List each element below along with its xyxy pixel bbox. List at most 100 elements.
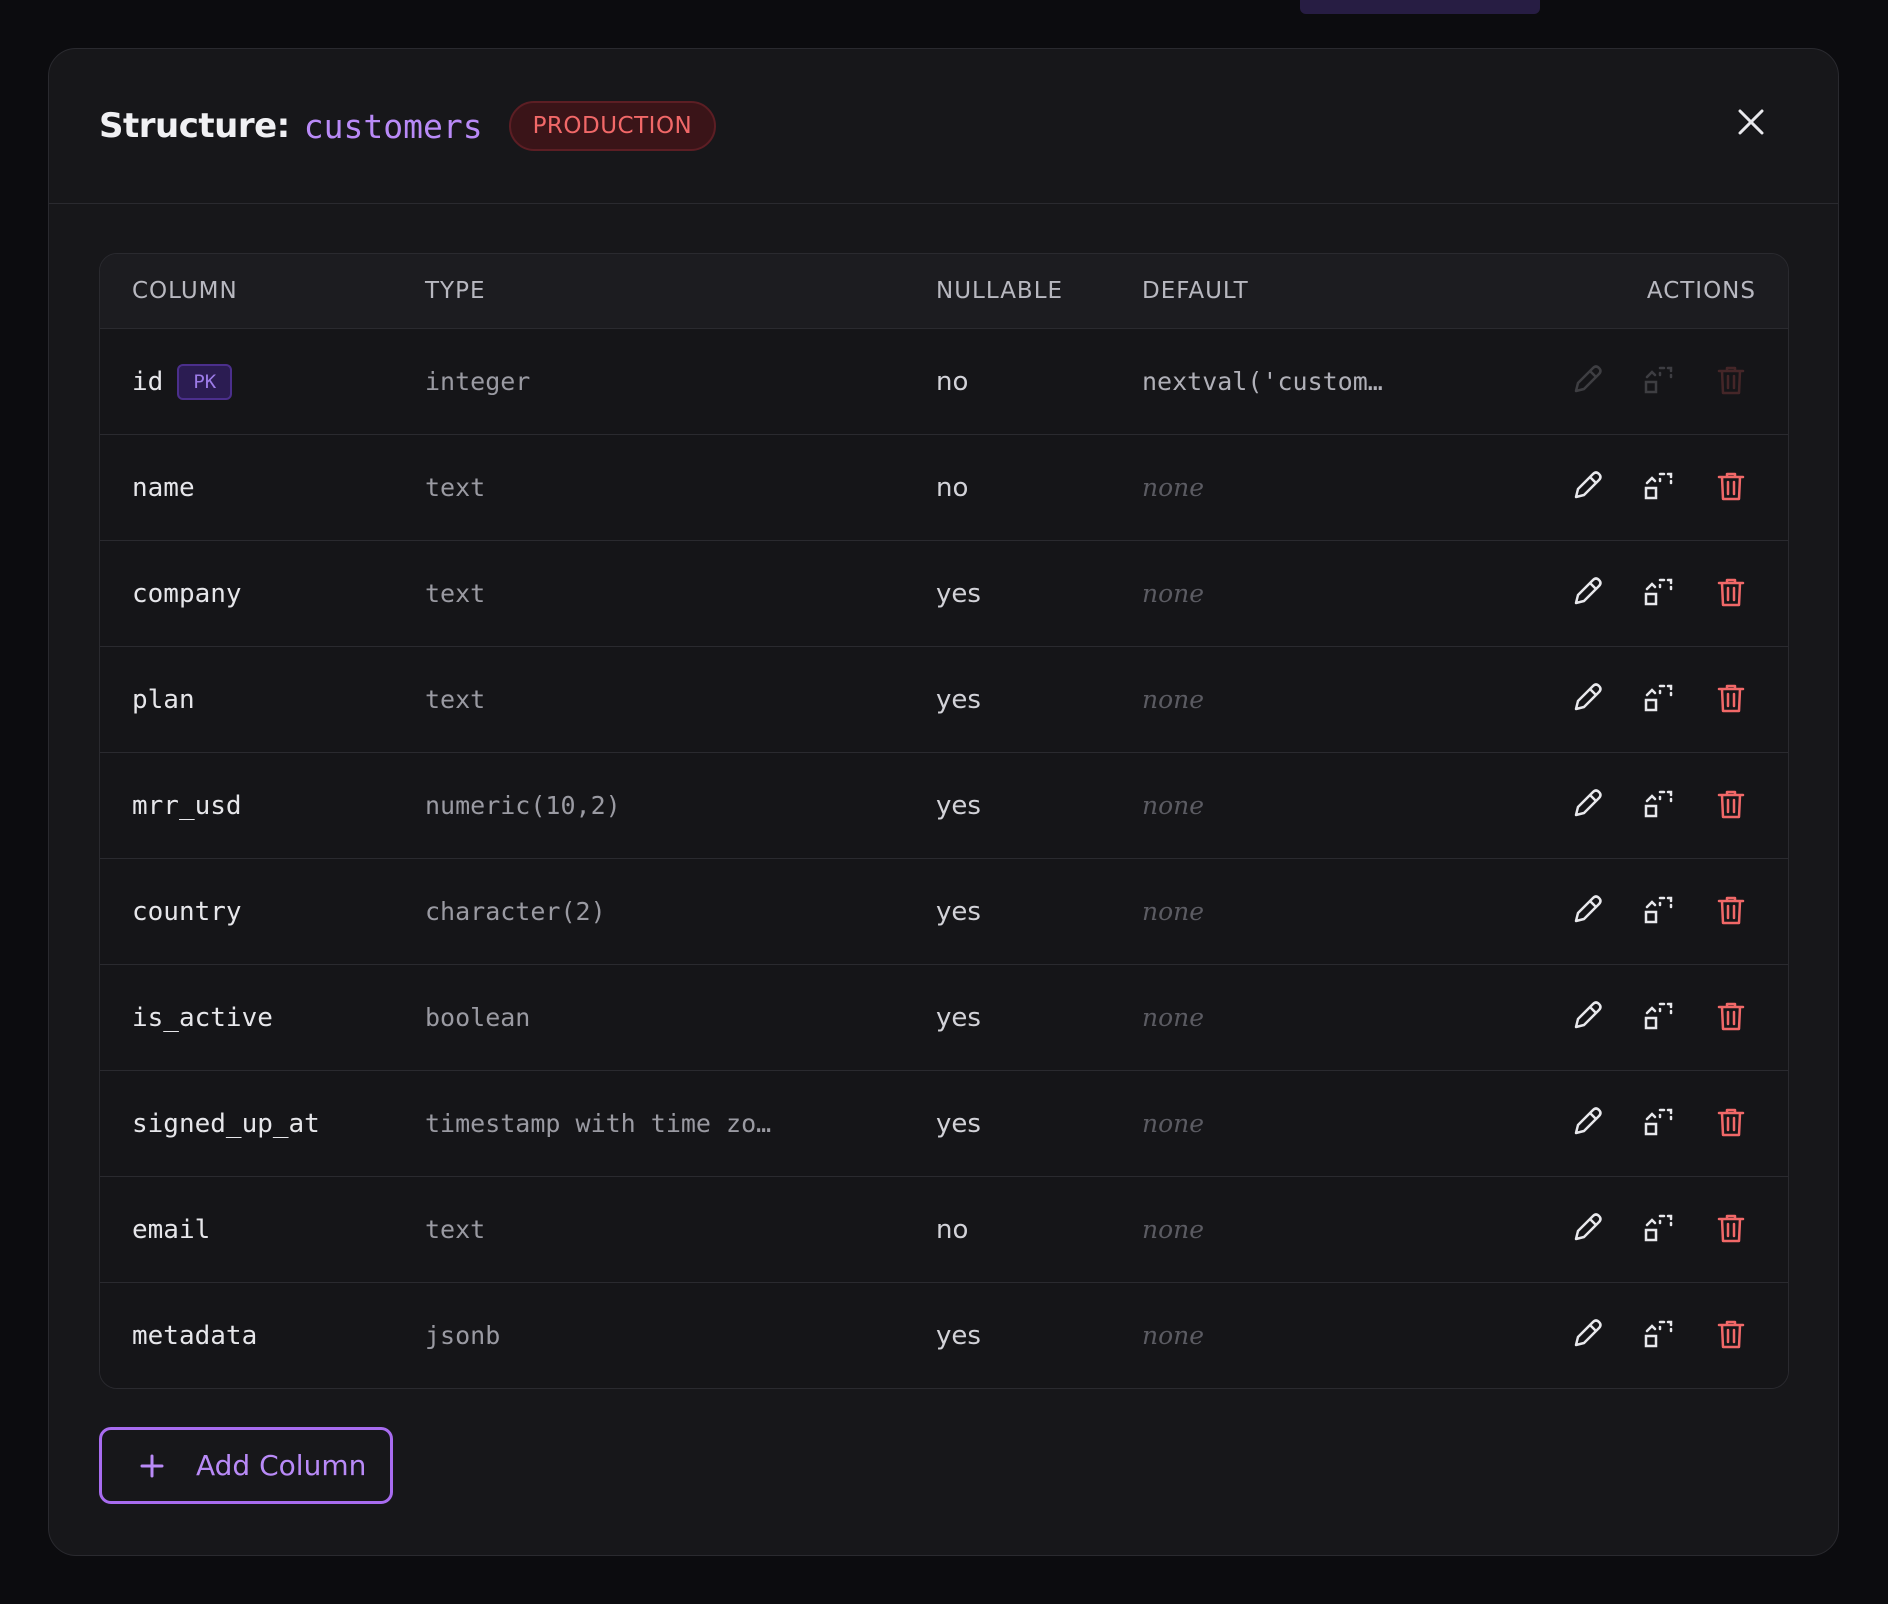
type-cell: numeric(10,2) xyxy=(425,753,621,858)
column-default: none xyxy=(1142,1003,1205,1032)
delete-column-button[interactable] xyxy=(1706,357,1756,407)
delete-column-button[interactable] xyxy=(1706,675,1756,725)
column-name: company xyxy=(132,578,242,609)
edit-column-button[interactable] xyxy=(1562,1099,1612,1149)
trash-icon xyxy=(1714,575,1748,613)
edit-column-button[interactable] xyxy=(1562,887,1612,937)
move-column-button[interactable] xyxy=(1634,1205,1684,1255)
column-name: plan xyxy=(132,684,195,715)
type-cell: text xyxy=(425,1177,485,1282)
add-column-label: Add Column xyxy=(196,1449,367,1482)
column-default: none xyxy=(1142,1109,1205,1138)
column-name: email xyxy=(132,1214,211,1245)
edit-column-button[interactable] xyxy=(1562,463,1612,513)
modal-title-label: Structure: xyxy=(99,106,290,146)
nullable-cell: yes xyxy=(936,647,981,752)
delete-column-button[interactable] xyxy=(1706,887,1756,937)
close-button[interactable] xyxy=(1726,97,1776,147)
table-row: country character(2) yes none xyxy=(100,859,1788,965)
header-actions: ACTIONS xyxy=(1646,278,1756,304)
nullable-cell: yes xyxy=(936,753,981,858)
column-default: none xyxy=(1142,473,1205,502)
delete-column-button[interactable] xyxy=(1706,781,1756,831)
column-cell: id PK xyxy=(132,329,233,434)
actions-cell xyxy=(1562,859,1778,964)
structure-modal: Structure: customers PRODUCTION COLUMN T… xyxy=(48,48,1839,1556)
move-column-button[interactable] xyxy=(1634,463,1684,513)
move-icon xyxy=(1642,469,1676,507)
pencil-icon xyxy=(1570,575,1604,613)
column-default: none xyxy=(1142,791,1205,820)
nullable-cell: yes xyxy=(936,859,981,964)
delete-column-button[interactable] xyxy=(1706,463,1756,513)
edit-column-button[interactable] xyxy=(1562,675,1612,725)
header-column: COLUMN xyxy=(132,278,238,304)
edit-column-button[interactable] xyxy=(1562,993,1612,1043)
move-column-button[interactable] xyxy=(1634,887,1684,937)
type-cell: boolean xyxy=(425,965,530,1070)
pencil-icon xyxy=(1570,1105,1604,1143)
move-icon xyxy=(1642,363,1676,401)
pencil-icon xyxy=(1570,893,1604,931)
column-name: id xyxy=(132,366,164,397)
edit-column-button[interactable] xyxy=(1562,569,1612,619)
column-default: none xyxy=(1142,1321,1205,1350)
type-cell: timestamp with time zo… xyxy=(425,1071,771,1176)
column-nullable: yes xyxy=(936,790,981,821)
actions-cell xyxy=(1562,1177,1778,1282)
table-row: id PK integer no nextval('custom… xyxy=(100,329,1788,435)
move-icon xyxy=(1642,1211,1676,1249)
delete-column-button[interactable] xyxy=(1706,1311,1756,1361)
edit-column-button[interactable] xyxy=(1562,357,1612,407)
table-row: plan text yes none xyxy=(100,647,1788,753)
pencil-icon xyxy=(1570,999,1604,1037)
pencil-icon xyxy=(1570,469,1604,507)
column-type: text xyxy=(425,473,486,502)
type-cell: text xyxy=(425,435,485,540)
add-column-button[interactable]: Add Column xyxy=(99,1427,393,1504)
column-nullable: yes xyxy=(936,1002,981,1033)
move-column-button[interactable] xyxy=(1634,1099,1684,1149)
edit-column-button[interactable] xyxy=(1562,781,1612,831)
nullable-cell: no xyxy=(936,1177,968,1282)
trash-icon xyxy=(1714,363,1748,401)
pencil-icon xyxy=(1570,787,1604,825)
default-cell: none xyxy=(1142,435,1204,540)
delete-column-button[interactable] xyxy=(1706,993,1756,1043)
column-name: name xyxy=(132,472,195,503)
plus-icon xyxy=(138,1452,166,1480)
column-type: boolean xyxy=(425,1003,531,1032)
move-column-button[interactable] xyxy=(1634,1311,1684,1361)
column-type: integer xyxy=(425,367,531,396)
edit-column-button[interactable] xyxy=(1562,1205,1612,1255)
move-column-button[interactable] xyxy=(1634,781,1684,831)
move-column-button[interactable] xyxy=(1634,993,1684,1043)
move-icon xyxy=(1642,893,1676,931)
pencil-icon xyxy=(1570,1317,1604,1355)
edit-column-button[interactable] xyxy=(1562,1311,1612,1361)
actions-cell xyxy=(1562,541,1778,646)
actions-cell xyxy=(1562,965,1778,1070)
delete-column-button[interactable] xyxy=(1706,1099,1756,1149)
delete-column-button[interactable] xyxy=(1706,569,1756,619)
header-type: TYPE xyxy=(425,278,486,304)
trash-icon xyxy=(1714,469,1748,507)
table-row: is_active boolean yes none xyxy=(100,965,1788,1071)
column-cell: is_active xyxy=(132,965,273,1070)
default-cell: none xyxy=(1142,1071,1204,1176)
primary-key-badge: PK xyxy=(177,363,233,400)
column-default: none xyxy=(1142,897,1205,926)
column-cell: email xyxy=(132,1177,210,1282)
delete-column-button[interactable] xyxy=(1706,1205,1756,1255)
move-column-button[interactable] xyxy=(1634,675,1684,725)
column-nullable: yes xyxy=(936,1320,981,1351)
move-column-button[interactable] xyxy=(1634,357,1684,407)
backdrop-accent xyxy=(1300,0,1540,14)
default-cell: none xyxy=(1142,647,1204,752)
trash-icon xyxy=(1714,999,1748,1037)
column-nullable: yes xyxy=(936,896,981,927)
trash-icon xyxy=(1714,681,1748,719)
move-column-button[interactable] xyxy=(1634,569,1684,619)
column-nullable: yes xyxy=(936,578,981,609)
modal-title-table-name: customers xyxy=(303,106,483,146)
